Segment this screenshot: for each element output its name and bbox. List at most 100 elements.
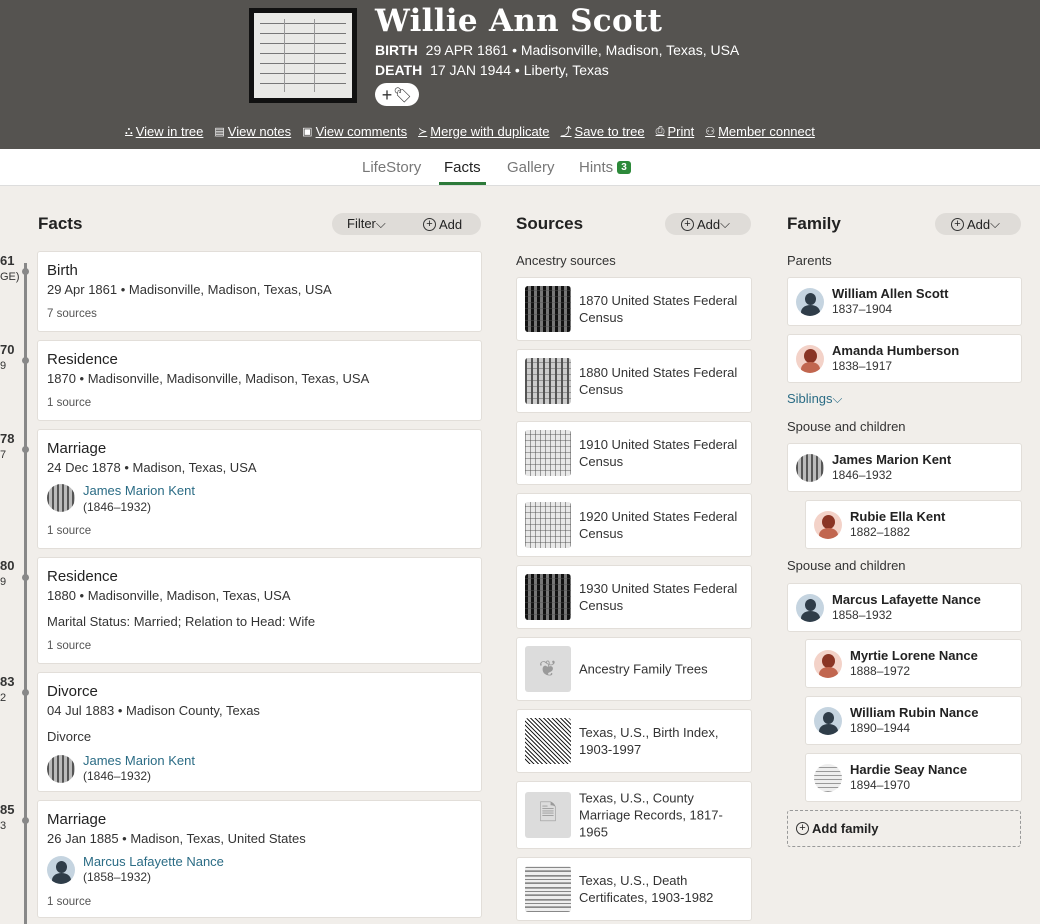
family-member-name: Hardie Seay Nance: [850, 762, 968, 777]
source-card[interactable]: 1870 United States Federal Census: [516, 277, 752, 341]
child-card[interactable]: William Rubin Nance 1890–1944: [805, 696, 1022, 745]
family-member-dates: 1888–1972: [850, 664, 911, 678]
fact-detail: 1880 • Madisonville, Madison, Texas, USA: [47, 588, 291, 603]
source-card[interactable]: Texas, U.S., Death Certificates, 1903-19…: [516, 857, 752, 921]
fact-sources[interactable]: 1 source: [47, 397, 91, 409]
fact-detail: 04 Jul 1883 • Madison County, Texas: [47, 703, 260, 718]
family-member-dates: 1837–1904: [832, 302, 893, 316]
spouse-and-children-label: Spouse and children: [787, 419, 906, 434]
view-comments-link[interactable]: ▣ View comments: [302, 123, 407, 139]
merge-icon: ≻: [418, 125, 428, 138]
fact-card-birth[interactable]: Birth 29 Apr 1861 • Madisonville, Madiso…: [37, 251, 482, 332]
record-image-thumbnail[interactable]: [249, 8, 357, 103]
fact-card-marriage[interactable]: Marriage 24 Dec 1878 • Madison, Texas, U…: [37, 429, 482, 549]
source-card[interactable]: 1920 United States Federal Census: [516, 493, 752, 557]
action-bar: ⛬ View in tree ▤ View notes ▣ View comments…: [125, 123, 815, 139]
child-card[interactable]: Hardie Seay Nance 1894–1970: [805, 753, 1022, 802]
view-notes-link[interactable]: ▤ View notes: [214, 123, 291, 139]
tab-hints[interactable]: Hints 3: [579, 159, 631, 185]
family-member-name: James Marion Kent: [832, 452, 952, 467]
spouse-card[interactable]: James Marion Kent 1846–1932: [787, 443, 1022, 492]
save-icon: ⤴: [560, 126, 572, 138]
add-source-button[interactable]: + Add ⌵: [665, 213, 751, 235]
child-card[interactable]: Rubie Ella Kent 1882–1882: [805, 500, 1022, 549]
filter-button[interactable]: Filter⌵: [347, 216, 386, 232]
family-member-name: Myrtie Lorene Nance: [850, 648, 978, 663]
source-title: Texas, U.S., Birth Index, 1903-1997: [579, 725, 719, 757]
tab-lifestory[interactable]: LifeStory: [362, 159, 421, 185]
child-card[interactable]: Myrtie Lorene Nance 1888–1972: [805, 639, 1022, 688]
avatar: [814, 650, 842, 678]
family-member-card[interactable]: William Allen Scott 1837–1904: [787, 277, 1022, 326]
family-member-card[interactable]: Amanda Humberson 1838–1917: [787, 334, 1022, 383]
timeline-dot: [22, 446, 29, 453]
fact-title: Residence: [47, 351, 118, 368]
source-title: Texas, U.S., County Marriage Records, 18…: [579, 790, 723, 840]
avatar: [814, 707, 842, 735]
death-info: DEATH 17 JAN 1944 • Liberty, Texas: [375, 62, 609, 78]
siblings-toggle[interactable]: Siblings⌵: [787, 391, 842, 407]
fact-sources[interactable]: 7 sources: [47, 308, 97, 320]
fact-sources[interactable]: 1 source: [47, 896, 91, 908]
spouse-and-children-label: Spouse and children: [787, 558, 906, 573]
tab-gallery[interactable]: Gallery: [507, 159, 555, 185]
spouse-avatar: [47, 484, 75, 512]
tree-icon: ⛬: [125, 124, 133, 137]
fact-card-residence[interactable]: Residence 1880 • Madisonville, Madison, …: [37, 557, 482, 664]
timeline-age: GE): [0, 271, 20, 283]
fact-sources[interactable]: 1 source: [47, 640, 91, 652]
source-card[interactable]: Texas, U.S., Birth Index, 1903-1997: [516, 709, 752, 773]
source-title: 1880 United States Federal Census: [579, 365, 738, 397]
family-member-name: Marcus Lafayette Nance: [832, 592, 981, 607]
fact-detail: 1870 • Madisonville, Madisonville, Madis…: [47, 371, 370, 386]
source-card[interactable]: ❦ Ancestry Family Trees: [516, 637, 752, 701]
timeline-age: 2: [0, 692, 7, 704]
fact-detail: 29 Apr 1861 • Madisonville, Madison, Tex…: [47, 282, 332, 297]
timeline-dot: [22, 817, 29, 824]
tab-facts[interactable]: Facts: [439, 159, 486, 185]
fact-card-residence[interactable]: Residence 1870 • Madisonville, Madisonvi…: [37, 340, 482, 421]
tab-hints-label: Hints: [579, 159, 614, 176]
source-title: 1930 United States Federal Census: [579, 581, 738, 613]
fact-card-marriage[interactable]: Marriage 26 Jan 1885 • Madison, Texas, U…: [37, 800, 482, 918]
timeline-year: 85: [0, 802, 15, 817]
fact-sources[interactable]: 1 source: [47, 525, 91, 537]
view-in-tree-link[interactable]: ⛬ View in tree: [125, 123, 203, 139]
spouse-avatar: [47, 755, 75, 783]
add-fact-button[interactable]: + Add: [423, 217, 462, 232]
source-card[interactable]: 🗎 Texas, U.S., County Marriage Records, …: [516, 781, 752, 849]
avatar: [814, 764, 842, 792]
source-card[interactable]: 1930 United States Federal Census: [516, 565, 752, 629]
spouse-link[interactable]: Marcus Lafayette Nance: [83, 854, 224, 869]
hints-count-badge: 3: [617, 161, 631, 174]
plus-circle-icon: +: [796, 822, 809, 835]
ancestry-sources-label: Ancestry sources: [516, 253, 616, 268]
birth-label: BIRTH: [375, 42, 418, 58]
spouse-card[interactable]: Marcus Lafayette Nance 1858–1932: [787, 583, 1022, 632]
tab-bar: LifeStory Facts Gallery Hints 3: [0, 149, 1040, 186]
add-family-member-button[interactable]: + Add ⌵: [935, 213, 1021, 235]
comments-icon: ▣: [302, 125, 313, 138]
fact-title: Residence: [47, 568, 118, 585]
source-thumbnail: ❦: [525, 646, 571, 692]
fact-card-divorce[interactable]: Divorce 04 Jul 1883 • Madison County, Te…: [37, 672, 482, 792]
add-tag-button[interactable]: + 🏷: [375, 83, 419, 106]
member-icon: ⚇: [705, 125, 716, 138]
add-family-button[interactable]: + Add family: [787, 810, 1021, 847]
source-title: 1920 United States Federal Census: [579, 509, 738, 541]
member-connect-link[interactable]: ⚇ Member connect: [705, 123, 815, 139]
merge-with-duplicate-link[interactable]: ≻ Merge with duplicate: [418, 123, 549, 139]
spouse-link[interactable]: James Marion Kent: [83, 483, 195, 498]
print-link[interactable]: ⎙ Print: [656, 123, 695, 139]
timeline-age: 9: [0, 576, 7, 588]
save-to-tree-link[interactable]: ⤴ Save to tree: [561, 123, 645, 139]
avatar: [796, 454, 824, 482]
source-card[interactable]: 1910 United States Federal Census: [516, 421, 752, 485]
sources-heading: Sources: [516, 214, 584, 233]
plus-circle-icon: +: [681, 217, 694, 231]
source-thumbnail: [525, 718, 571, 764]
source-thumbnail: [525, 286, 571, 332]
family-member-name: William Allen Scott: [832, 286, 949, 301]
source-card[interactable]: 1880 United States Federal Census: [516, 349, 752, 413]
spouse-link[interactable]: James Marion Kent: [83, 753, 195, 768]
